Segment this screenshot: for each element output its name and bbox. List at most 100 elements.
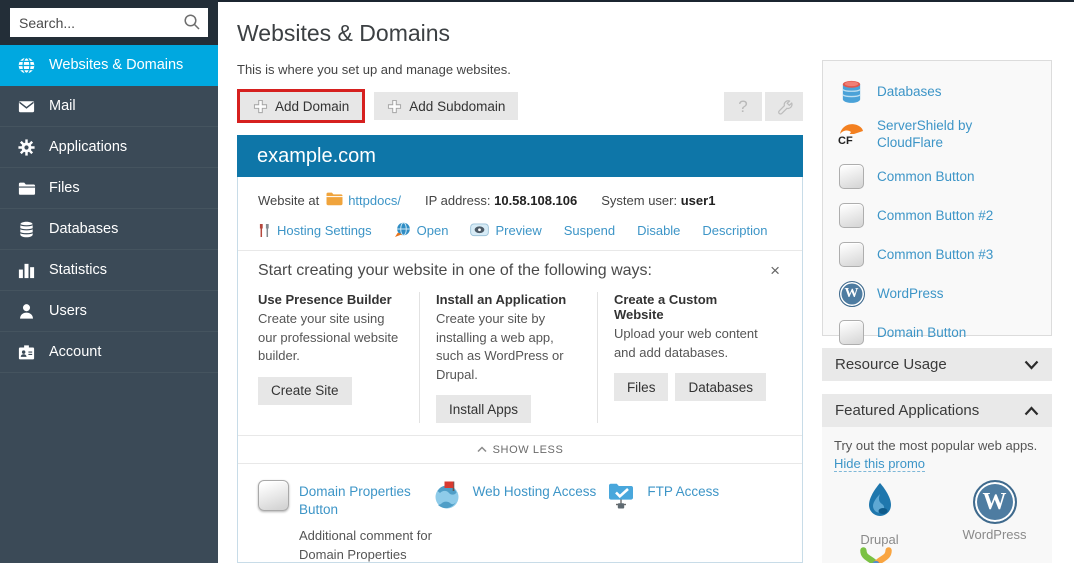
page-subtitle: This is where you set up and manage webs… <box>237 62 511 77</box>
domain-actions-row: Hosting Settings Open Preview Suspend Di… <box>258 222 782 238</box>
tool-common-button-2[interactable]: Common Button #2 <box>823 196 1051 235</box>
tool-label: WordPress <box>877 285 944 302</box>
docroot-link[interactable]: httpdocs/ <box>348 193 401 208</box>
web-hosting-access-link[interactable]: Web Hosting Access <box>473 483 597 501</box>
close-icon[interactable]: × <box>768 262 782 279</box>
promo-column-custom-website: Create a Custom Website Upload your web … <box>597 292 782 423</box>
featured-applications-body: Try out the most popular web apps. Hide … <box>822 427 1052 563</box>
button-icon[interactable] <box>258 480 289 511</box>
ip-value: 10.58.108.106 <box>494 193 577 208</box>
databases-button[interactable]: Databases <box>675 373 766 401</box>
files-button[interactable]: Files <box>614 373 669 401</box>
hosting-settings-link[interactable]: Hosting Settings <box>258 223 372 238</box>
app-label: WordPress <box>962 527 1026 542</box>
description-link[interactable]: Description <box>702 223 767 238</box>
sidebar-item-label: Databases <box>49 221 118 237</box>
search-input[interactable] <box>10 8 208 37</box>
question-mark-icon: ? <box>738 97 747 117</box>
tool-common-button-3[interactable]: Common Button #3 <box>823 235 1051 274</box>
featured-applications-label: Featured Applications <box>835 402 979 419</box>
show-less-label: SHOW LESS <box>493 444 564 456</box>
disable-link[interactable]: Disable <box>637 223 680 238</box>
featured-apps-row: Drupal W WordPress <box>822 480 1052 547</box>
tools-icon <box>258 223 271 238</box>
suspend-link[interactable]: Suspend <box>564 223 615 238</box>
shortcut-domain-properties: Domain Properties Button Additional comm… <box>258 480 433 563</box>
tool-servershield[interactable]: CF ServerShield by CloudFlare <box>823 111 1051 157</box>
search-icon[interactable] <box>183 13 201 36</box>
customize-button[interactable] <box>765 92 803 121</box>
red-annotation-box: Add Domain <box>237 89 365 123</box>
promo-column-install-application: Install an Application Create your site … <box>419 292 597 423</box>
tool-wordpress[interactable]: W WordPress <box>823 274 1051 313</box>
chevron-up-icon[interactable] <box>1024 406 1039 416</box>
ftp-access-link[interactable]: FTP Access <box>647 483 719 501</box>
tool-databases[interactable]: Databases <box>823 72 1051 111</box>
globe-flag-icon[interactable] <box>433 480 463 516</box>
promo-column-heading: Create a Custom Website <box>614 292 766 322</box>
preview-label: Preview <box>495 223 541 238</box>
sidebar-item-statistics[interactable]: Statistics <box>0 250 218 291</box>
ip-label: IP address: <box>425 193 491 208</box>
sidebar-item-users[interactable]: Users <box>0 291 218 332</box>
gear-icon <box>17 138 36 157</box>
plesk-window: Websites & Domains Mail Applications Fil… <box>0 0 1074 563</box>
promo-column-presence-builder: Use Presence Builder Create your site us… <box>258 292 419 423</box>
sidebar-item-label: Users <box>49 303 87 319</box>
promo-column-heading: Install an Application <box>436 292 581 307</box>
button-icon <box>838 319 865 346</box>
sidebar-item-label: Files <box>49 180 80 196</box>
featured-applications-header[interactable]: Featured Applications <box>822 394 1052 427</box>
preview-eye-icon <box>470 223 489 237</box>
bar-chart-icon <box>17 261 36 280</box>
getting-started-promo: Start creating your website in one of th… <box>238 251 802 427</box>
promo-column-heading: Use Presence Builder <box>258 292 403 307</box>
joomla-icon[interactable] <box>855 543 897 563</box>
tool-domain-button[interactable]: Domain Button <box>823 313 1051 352</box>
mail-icon <box>17 97 36 116</box>
open-label: Open <box>417 223 449 238</box>
domain-properties-link[interactable]: Domain Properties Button <box>299 483 433 519</box>
install-apps-button[interactable]: Install Apps <box>436 395 531 423</box>
domain-card: example.com Website at httpdocs/ IP addr… <box>237 135 803 563</box>
featured-text: Try out the most popular web apps. <box>822 427 1052 453</box>
ftp-folder-icon[interactable] <box>607 480 637 515</box>
cf-logo-text: CF <box>838 135 853 147</box>
app-drupal[interactable]: Drupal <box>822 480 937 547</box>
orange-folder-icon <box>326 192 343 209</box>
tool-common-button[interactable]: Common Button <box>823 157 1051 196</box>
sidebar-item-databases[interactable]: Databases <box>0 209 218 250</box>
resource-usage-label: Resource Usage <box>835 356 947 373</box>
drupal-icon <box>858 480 902 529</box>
globe-icon <box>17 56 36 75</box>
sidebar-item-account[interactable]: Account <box>0 332 218 373</box>
tool-label: Common Button #3 <box>877 246 993 263</box>
sidebar-item-mail[interactable]: Mail <box>0 86 218 127</box>
help-button[interactable]: ? <box>724 92 762 121</box>
promo-title: Start creating your website in one of th… <box>258 262 652 280</box>
sidebar-item-applications[interactable]: Applications <box>0 127 218 168</box>
tool-label: Databases <box>877 83 942 100</box>
sidebar-item-websites-domains[interactable]: Websites & Domains <box>0 45 218 86</box>
create-site-button[interactable]: Create Site <box>258 377 352 405</box>
domain-card-header: example.com <box>237 135 803 177</box>
hide-promo-link[interactable]: Hide this promo <box>834 456 925 472</box>
shortcut-web-hosting-access: Web Hosting Access <box>433 480 608 563</box>
open-link[interactable]: Open <box>394 222 449 238</box>
sidebar-item-label: Account <box>49 344 101 360</box>
sidebar-item-files[interactable]: Files <box>0 168 218 209</box>
page-tools: ? <box>724 92 803 121</box>
show-less-toggle[interactable]: SHOW LESS <box>238 435 802 464</box>
resource-usage-header[interactable]: Resource Usage <box>822 348 1052 381</box>
chevron-down-icon[interactable] <box>1024 360 1039 370</box>
app-wordpress[interactable]: W WordPress <box>937 480 1052 547</box>
sysuser-value: user1 <box>681 193 716 208</box>
add-subdomain-button[interactable]: Add Subdomain <box>374 92 518 120</box>
tool-label: Common Button <box>877 168 975 185</box>
plus-icon <box>253 99 268 114</box>
add-domain-button[interactable]: Add Domain <box>240 92 362 120</box>
preview-link[interactable]: Preview <box>470 223 541 238</box>
wordpress-icon: W <box>838 280 865 307</box>
button-icon <box>838 202 865 229</box>
promo-column-description: Create your site using our professional … <box>258 310 403 366</box>
